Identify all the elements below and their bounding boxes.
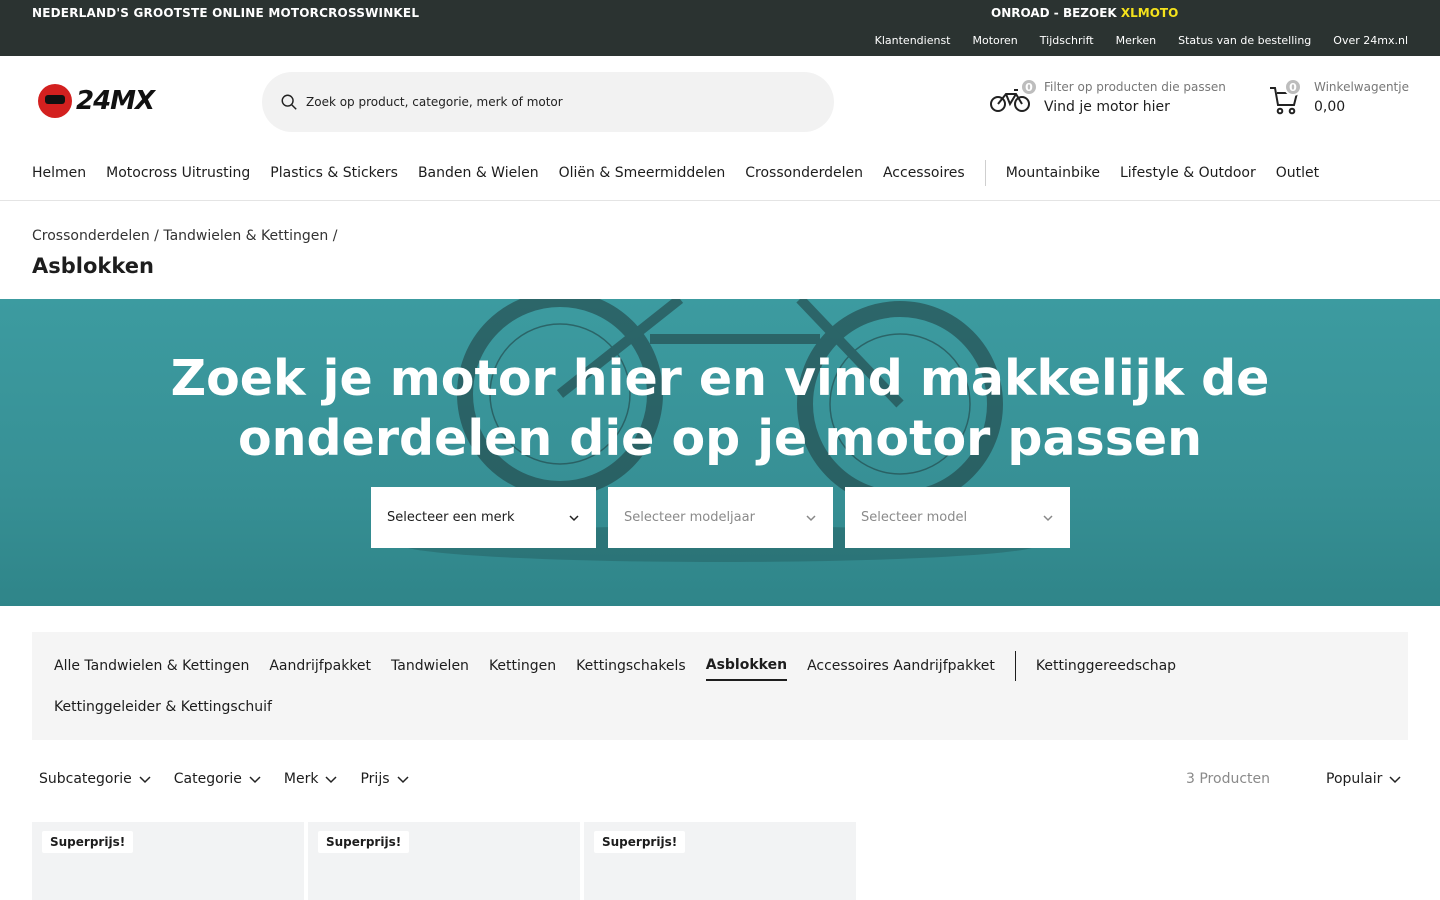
nav-motocross-uitrusting[interactable]: Motocross Uitrusting bbox=[106, 165, 250, 186]
nav-crossonderdelen[interactable]: Crossonderdelen bbox=[745, 165, 863, 186]
subcat-alle[interactable]: Alle Tandwielen & Kettingen bbox=[54, 658, 249, 680]
link-merken[interactable]: Merken bbox=[1116, 34, 1157, 47]
superprijs-badge: Superprijs! bbox=[42, 831, 134, 853]
breadcrumb-separator: / bbox=[154, 228, 159, 244]
cart-icon: 0 bbox=[1268, 78, 1302, 116]
subcat-accessoires-aandrijfpakket[interactable]: Accessoires Aandrijfpakket bbox=[807, 658, 995, 680]
subcat-tandwielen[interactable]: Tandwielen bbox=[391, 658, 469, 680]
chevron-down-icon bbox=[249, 776, 261, 784]
brand-select-label: Selecteer een merk bbox=[387, 510, 515, 525]
breadcrumb-separator: / bbox=[332, 228, 338, 244]
bike-filter-button[interactable]: 0 Filter op producten die passen Vind je… bbox=[990, 78, 1226, 115]
link-tijdschrift[interactable]: Tijdschrift bbox=[1040, 34, 1094, 47]
bike-selectors: Selecteer een merk Selecteer modeljaar S… bbox=[371, 487, 1070, 548]
filter-categorie[interactable]: Categorie bbox=[174, 771, 262, 787]
main-navigation: Helmen Motocross Uitrusting Plastics & S… bbox=[0, 148, 1440, 201]
filter-merk-label: Merk bbox=[283, 771, 319, 787]
cart-total: 0,00 bbox=[1314, 99, 1346, 115]
page-title: Asblokken bbox=[32, 254, 154, 278]
site-logo[interactable]: 24MX bbox=[38, 84, 155, 118]
utility-links: Klantendienst Motoren Tijdschrift Merken… bbox=[875, 34, 1408, 47]
nav-banden-wielen[interactable]: Banden & Wielen bbox=[418, 165, 539, 186]
onroad-promo-link[interactable]: ONROAD - BEZOEK XLMOTO bbox=[991, 6, 1178, 20]
subcat-kettingschakels[interactable]: Kettingschakels bbox=[576, 658, 686, 680]
breadcrumb-crossonderdelen[interactable]: Crossonderdelen bbox=[32, 228, 150, 244]
search-input[interactable] bbox=[306, 95, 786, 109]
product-count: 3 Producten bbox=[1186, 771, 1270, 787]
bike-finder-hero: Zoek je motor hier en vind makkelijk de … bbox=[0, 299, 1440, 606]
sort-dropdown[interactable]: Populair bbox=[1326, 771, 1402, 787]
nav-plastics-stickers[interactable]: Plastics & Stickers bbox=[270, 165, 398, 186]
promo-text: ONROAD - BEZOEK bbox=[991, 6, 1121, 20]
hero-heading-line2: onderdelen die op je motor passen bbox=[238, 410, 1202, 467]
chevron-down-icon bbox=[396, 776, 409, 784]
chevron-down-icon bbox=[1043, 514, 1053, 521]
sort-label: Populair bbox=[1326, 771, 1383, 787]
subcat-kettingen[interactable]: Kettingen bbox=[489, 658, 556, 680]
model-year-select[interactable]: Selecteer modeljaar bbox=[608, 487, 833, 548]
chevron-down-icon bbox=[1389, 776, 1401, 784]
breadcrumb-tandwielen-kettingen[interactable]: Tandwielen & Kettingen bbox=[163, 228, 328, 244]
cart-button[interactable]: 0 Winkelwagentje 0,00 bbox=[1268, 78, 1409, 116]
model-select-label: Selecteer model bbox=[861, 510, 968, 525]
top-bar: NEDERLAND'S GROOTSTE ONLINE MOTORCROSSWI… bbox=[0, 0, 1440, 56]
product-card[interactable]: Superprijs! bbox=[308, 822, 580, 900]
filter-prijs[interactable]: Prijs bbox=[360, 771, 409, 787]
link-order-status[interactable]: Status van de bestelling bbox=[1178, 34, 1311, 47]
link-about[interactable]: Over 24mx.nl bbox=[1333, 34, 1408, 47]
chevron-down-icon bbox=[325, 776, 338, 784]
filter-bar: Subcategorie Categorie Merk Prijs bbox=[39, 771, 410, 787]
site-header: 24MX 0 Filter op producten die passen Vi… bbox=[0, 56, 1440, 148]
motorcycle-icon: 0 bbox=[990, 78, 1038, 114]
product-card[interactable]: Superprijs! bbox=[32, 822, 304, 900]
bike-filter-cta: Vind je motor hier bbox=[1044, 99, 1170, 115]
nav-lifestyle-outdoor[interactable]: Lifestyle & Outdoor bbox=[1120, 165, 1256, 186]
nav-divider bbox=[984, 160, 986, 186]
subcat-kettinggeleider[interactable]: Kettinggeleider & Kettingschuif bbox=[54, 699, 272, 715]
filter-prijs-label: Prijs bbox=[360, 771, 390, 787]
filter-subcategorie[interactable]: Subcategorie bbox=[39, 771, 152, 787]
superprijs-badge: Superprijs! bbox=[318, 831, 410, 853]
subcat-divider bbox=[1014, 651, 1016, 681]
logo-text: 24MX bbox=[76, 86, 155, 116]
cart-label: Winkelwagentje bbox=[1314, 80, 1409, 94]
nav-mountainbike[interactable]: Mountainbike bbox=[1006, 165, 1100, 186]
nav-outlet[interactable]: Outlet bbox=[1276, 165, 1319, 186]
nav-olien-smeermiddelen[interactable]: Oliën & Smeermiddelen bbox=[559, 165, 726, 186]
hero-heading: Zoek je motor hier en vind makkelijk de … bbox=[0, 349, 1440, 469]
store-tagline: NEDERLAND'S GROOTSTE ONLINE MOTORCROSSWI… bbox=[32, 6, 420, 20]
breadcrumb: Crossonderdelen / Tandwielen & Kettingen… bbox=[32, 228, 337, 244]
subcategory-nav: Alle Tandwielen & Kettingen Aandrijfpakk… bbox=[32, 632, 1408, 740]
search-icon bbox=[281, 94, 297, 110]
brand-select[interactable]: Selecteer een merk bbox=[371, 487, 596, 548]
chevron-down-icon bbox=[139, 776, 151, 784]
subcat-kettinggereedschap[interactable]: Kettinggereedschap bbox=[1036, 658, 1176, 680]
superprijs-badge: Superprijs! bbox=[594, 831, 686, 853]
model-select[interactable]: Selecteer model bbox=[845, 487, 1070, 548]
link-motoren[interactable]: Motoren bbox=[973, 34, 1018, 47]
filter-subcategorie-label: Subcategorie bbox=[39, 771, 132, 787]
link-klantendienst[interactable]: Klantendienst bbox=[875, 34, 951, 47]
cart-count-badge: 0 bbox=[1284, 78, 1302, 96]
filter-categorie-label: Categorie bbox=[173, 771, 242, 787]
filter-merk[interactable]: Merk bbox=[284, 771, 339, 787]
hero-heading-line1: Zoek je motor hier en vind makkelijk de bbox=[170, 350, 1270, 407]
model-year-select-label: Selecteer modeljaar bbox=[624, 510, 755, 525]
logo-mark-icon bbox=[38, 84, 72, 118]
nav-accessoires[interactable]: Accessoires bbox=[883, 165, 965, 186]
subcat-aandrijfpakket[interactable]: Aandrijfpakket bbox=[269, 658, 371, 680]
chevron-down-icon bbox=[806, 514, 816, 521]
product-card[interactable]: Superprijs! bbox=[584, 822, 856, 900]
search-bar[interactable] bbox=[262, 72, 834, 132]
bike-filter-label: Filter op producten die passen bbox=[1044, 80, 1226, 94]
promo-highlight: XLMOTO bbox=[1120, 6, 1179, 20]
bike-count-badge: 0 bbox=[1020, 78, 1038, 96]
subcat-asblokken[interactable]: Asblokken bbox=[705, 657, 788, 681]
nav-helmen[interactable]: Helmen bbox=[32, 165, 86, 186]
chevron-down-icon bbox=[569, 514, 579, 521]
